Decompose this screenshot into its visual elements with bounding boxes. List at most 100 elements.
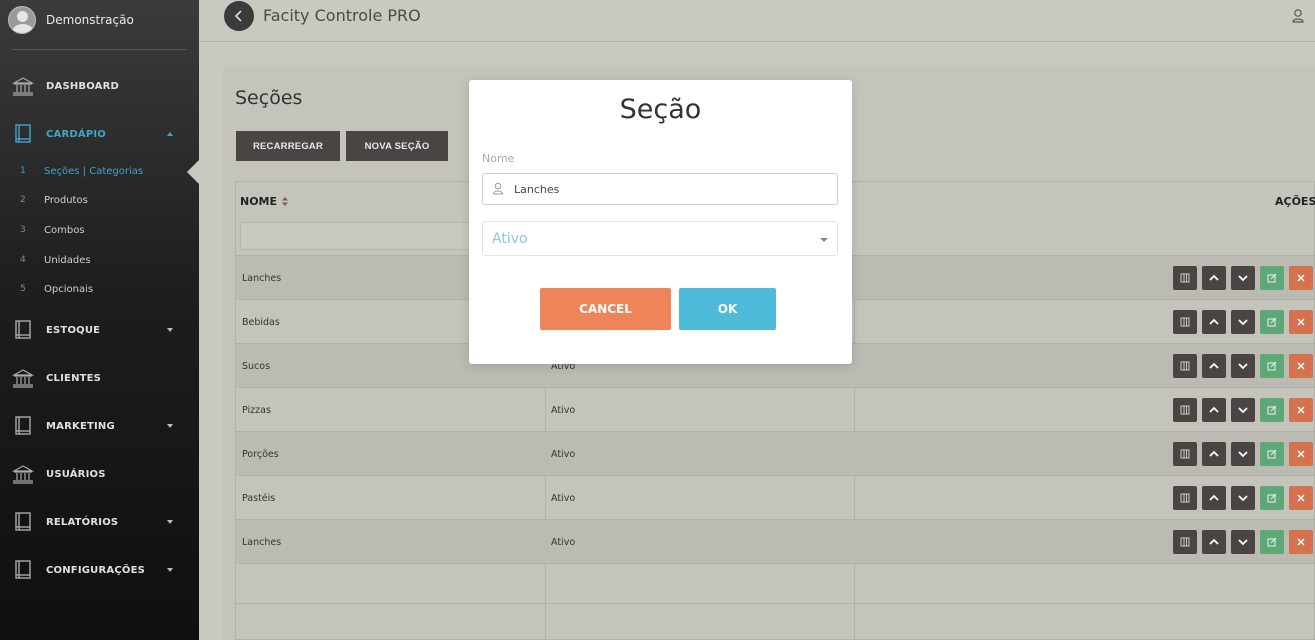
subitem-label: Produtos (44, 194, 88, 206)
items-button[interactable] (1173, 442, 1197, 466)
subitem-label: Seções | Categorias (44, 165, 144, 177)
delete-button[interactable] (1289, 398, 1313, 422)
move-down-button[interactable] (1231, 354, 1255, 378)
edit-button[interactable] (1260, 530, 1284, 554)
chevron-down-icon (820, 238, 828, 242)
book-icon (15, 416, 31, 435)
move-down-button[interactable] (1231, 530, 1255, 554)
row-status: Ativo (551, 492, 576, 504)
sidebar-item-usuarios[interactable]: USUÁRIOS (0, 460, 199, 488)
move-up-button[interactable] (1202, 530, 1226, 554)
items-button[interactable] (1173, 266, 1197, 290)
section-modal: Seção Nome Lanches Ativo CANCEL OK (469, 80, 852, 364)
edit-button[interactable] (1260, 266, 1284, 290)
name-field[interactable]: Lanches (482, 173, 838, 205)
sidebar-item-marketing[interactable]: MARKETING (0, 412, 199, 440)
subitem-number: 1 (20, 166, 26, 176)
column-label: NOME (240, 194, 278, 208)
chevron-up-icon (1209, 494, 1219, 501)
edit-button[interactable] (1260, 442, 1284, 466)
sidebar-subitem-unidades[interactable]: 4 Unidades (0, 249, 199, 271)
move-down-button[interactable] (1231, 310, 1255, 334)
delete-button[interactable] (1289, 530, 1313, 554)
table-row-empty (236, 603, 1314, 640)
items-button[interactable] (1173, 486, 1197, 510)
sidebar-item-relatorios[interactable]: RELATÓRIOS (0, 508, 199, 536)
chevron-up-icon (1209, 406, 1219, 413)
sidebar-subitem-secoes[interactable]: 1 Seções | Categorias (0, 160, 199, 182)
delete-button[interactable] (1289, 442, 1313, 466)
grid-icon (1180, 449, 1190, 459)
move-down-button[interactable] (1231, 266, 1255, 290)
move-up-button[interactable] (1202, 398, 1226, 422)
sidebar: Demonstração DASHBOARD CARDÁPIO 1 Seções… (0, 0, 199, 640)
edit-button[interactable] (1260, 310, 1284, 334)
table-row: Porções Ativo (236, 431, 1314, 475)
chevron-up-icon (167, 132, 173, 136)
ok-button[interactable]: OK (679, 288, 776, 330)
delete-button[interactable] (1289, 266, 1313, 290)
edit-button[interactable] (1260, 398, 1284, 422)
reload-button[interactable]: RECARREGAR (236, 131, 340, 161)
grid-icon (1180, 537, 1190, 547)
delete-button[interactable] (1289, 486, 1313, 510)
edit-button[interactable] (1260, 354, 1284, 378)
column-header-name[interactable]: NOME (240, 182, 290, 220)
user-icon (492, 182, 504, 195)
chevron-down-icon (1238, 319, 1248, 326)
sidebar-item-cardapio[interactable]: CARDÁPIO (0, 120, 199, 148)
sidebar-item-configuracoes[interactable]: CONFIGURAÇÕES (0, 556, 199, 584)
app-title: Facity Controle PRO (263, 6, 421, 25)
subitem-number: 2 (20, 195, 26, 205)
bank-icon (12, 465, 34, 484)
sidebar-item-dashboard[interactable]: DASHBOARD (0, 72, 199, 100)
grid-icon (1180, 493, 1190, 503)
row-status: Ativo (551, 448, 576, 460)
cancel-button[interactable]: CANCEL (540, 288, 671, 330)
bank-icon (12, 77, 34, 96)
move-up-button[interactable] (1202, 266, 1226, 290)
sidebar-item-label: ESTOQUE (46, 324, 101, 336)
sidebar-item-label: USUÁRIOS (46, 468, 106, 480)
user-icon[interactable] (1291, 8, 1305, 24)
table-row: Lanches Ativo (236, 519, 1314, 563)
move-up-button[interactable] (1202, 310, 1226, 334)
row-actions (1173, 530, 1313, 554)
move-down-button[interactable] (1231, 486, 1255, 510)
move-up-button[interactable] (1202, 486, 1226, 510)
move-down-button[interactable] (1231, 442, 1255, 466)
chevron-down-icon (1238, 539, 1248, 546)
chevron-down-icon (1238, 275, 1248, 282)
edit-button[interactable] (1260, 486, 1284, 510)
sidebar-subitem-opcionais[interactable]: 5 Opcionais (0, 278, 199, 300)
column-header-actions: AÇÕES (1275, 194, 1315, 208)
subitem-label: Opcionais (44, 283, 94, 295)
items-button[interactable] (1173, 398, 1197, 422)
sidebar-subitem-produtos[interactable]: 2 Produtos (0, 189, 199, 211)
row-name: Porções (242, 448, 279, 460)
items-button[interactable] (1173, 310, 1197, 334)
chevron-down-icon (1238, 363, 1248, 370)
row-actions (1173, 442, 1313, 466)
sidebar-item-clientes[interactable]: CLIENTES (0, 364, 199, 392)
move-up-button[interactable] (1202, 354, 1226, 378)
edit-icon (1267, 449, 1277, 459)
back-button[interactable] (224, 1, 254, 31)
chevron-up-icon (1209, 538, 1219, 545)
move-up-button[interactable] (1202, 442, 1226, 466)
bank-icon (12, 369, 34, 388)
status-select[interactable]: Ativo (482, 221, 838, 256)
new-section-button[interactable]: NOVA SEÇÃO (346, 131, 448, 161)
row-name: Lanches (242, 536, 282, 548)
delete-button[interactable] (1289, 354, 1313, 378)
sidebar-item-estoque[interactable]: ESTOQUE (0, 316, 199, 344)
close-icon (1297, 406, 1305, 414)
delete-button[interactable] (1289, 310, 1313, 334)
user-profile[interactable]: Demonstração (8, 6, 134, 34)
sidebar-subitem-combos[interactable]: 3 Combos (0, 219, 199, 241)
items-button[interactable] (1173, 530, 1197, 554)
chevron-up-icon (1209, 318, 1219, 325)
items-button[interactable] (1173, 354, 1197, 378)
close-icon (1297, 494, 1305, 502)
move-down-button[interactable] (1231, 398, 1255, 422)
